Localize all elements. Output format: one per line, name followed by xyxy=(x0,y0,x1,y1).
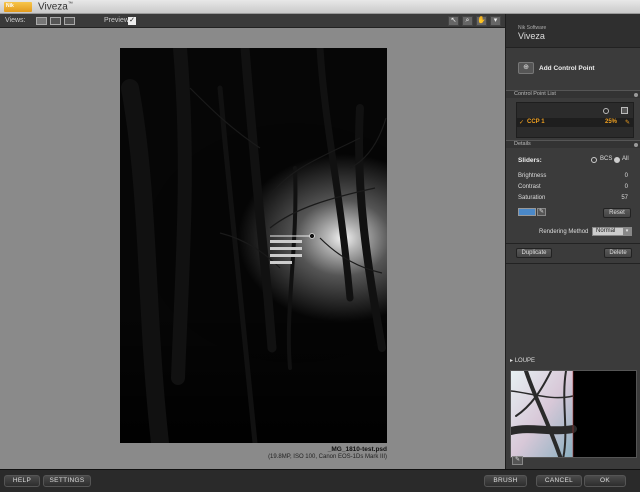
window-title-text: Viveza xyxy=(38,1,68,13)
eyedropper-icon[interactable]: ✎ xyxy=(625,119,630,126)
collapse-icon[interactable] xyxy=(634,93,638,97)
preview-label: Preview: xyxy=(104,17,131,24)
divider xyxy=(506,243,640,244)
rendering-method-label: Rendering Method xyxy=(539,229,589,235)
bcs-radio[interactable] xyxy=(591,157,597,163)
delete-button[interactable]: Delete xyxy=(604,248,632,258)
trademark: ™ xyxy=(67,1,73,7)
bottom-bar: HELP SETTINGS BRUSH CANCEL OK xyxy=(0,469,640,492)
contrast-value[interactable]: 0 xyxy=(625,184,628,190)
contrast-label: Contrast xyxy=(518,184,541,190)
photo-preview[interactable] xyxy=(120,48,387,443)
preview-checkbox[interactable]: ✓ xyxy=(128,17,136,25)
add-control-point-label[interactable]: Add Control Point xyxy=(539,65,595,72)
file-metadata: (19.8MP, ISO 100, Canon EOS-1Ds Mark III… xyxy=(268,454,387,460)
view-toolbar: Views: Preview: ✓ ↖ ⌕ ✋ ▾ xyxy=(0,14,505,28)
settings-button[interactable]: SETTINGS xyxy=(43,475,91,487)
visibility-check-icon[interactable]: ✓ xyxy=(519,119,524,126)
loupe-view xyxy=(510,370,637,458)
chevron-down-icon: ▾ xyxy=(623,228,631,235)
details-header[interactable]: Details xyxy=(506,140,640,148)
color-picker-icon[interactable]: ✎ xyxy=(537,208,546,216)
loupe-pin-icon[interactable]: ✎ xyxy=(512,456,523,465)
brightness-value[interactable]: 0 xyxy=(625,173,628,179)
collapse-icon[interactable] xyxy=(634,143,638,147)
reset-button[interactable]: Reset xyxy=(603,208,631,218)
divider xyxy=(506,263,640,264)
duplicate-button[interactable]: Duplicate xyxy=(516,248,552,258)
nik-logo-text: Nik xyxy=(6,3,14,9)
loupe-image xyxy=(511,371,636,457)
single-view-icon[interactable] xyxy=(36,17,47,25)
sliders-label: Sliders: xyxy=(518,157,542,164)
control-point-name[interactable]: CCP 1 xyxy=(527,119,545,125)
details-title: Details xyxy=(514,141,531,147)
control-point-list: ✓ CCP 1 25% ✎ xyxy=(516,102,634,138)
split-view-icon[interactable] xyxy=(50,17,61,25)
help-button[interactable]: HELP xyxy=(4,475,40,487)
views-label: Views: xyxy=(5,17,26,24)
image-canvas[interactable]: _MG_1810-test.psd (19.8MP, ISO 100, Cano… xyxy=(0,28,505,469)
background-color-icon[interactable]: ▾ xyxy=(490,16,501,26)
color-swatch[interactable] xyxy=(518,208,536,216)
brush-button[interactable]: BRUSH xyxy=(484,475,527,487)
brightness-label: Brightness xyxy=(518,173,547,179)
loupe-header[interactable]: ▸ LOUPE xyxy=(510,357,535,364)
saturation-value[interactable]: 57 xyxy=(621,195,628,201)
all-radio[interactable] xyxy=(614,157,620,163)
ok-button[interactable]: OK xyxy=(584,475,626,487)
control-point-list-title: Control Point List xyxy=(514,91,556,97)
nik-logo: Nik xyxy=(4,2,32,12)
group-icon[interactable] xyxy=(621,107,628,114)
all-label: All xyxy=(622,156,629,162)
show-hide-icon[interactable] xyxy=(603,108,609,114)
rendering-method-select[interactable]: Normal ▾ xyxy=(592,227,632,236)
hand-tool-icon[interactable]: ✋ xyxy=(476,16,487,26)
photo-image xyxy=(120,48,387,443)
selection-tool-icon[interactable]: ↖ xyxy=(448,16,459,26)
add-control-point-button[interactable]: ⊕ xyxy=(518,62,534,74)
zoom-tool-icon[interactable]: ⌕ xyxy=(462,16,473,26)
product-name: Viveza xyxy=(518,31,545,41)
window-title: Viveza™ xyxy=(38,1,73,12)
loupe-title: LOUPE xyxy=(514,358,536,364)
control-panel: Nik Software Viveza ⊕ Add Control Point … xyxy=(505,14,640,469)
saturation-label: Saturation xyxy=(518,195,546,201)
control-point-row[interactable]: ✓ CCP 1 25% ✎ xyxy=(517,118,633,127)
bcs-label: BCS xyxy=(600,156,613,162)
file-name: _MG_1810-test.psd xyxy=(327,446,387,453)
panel-header: Nik Software Viveza xyxy=(506,14,640,48)
title-bar: Nik Viveza™ xyxy=(0,0,640,14)
control-point-list-header[interactable]: Control Point List xyxy=(506,90,640,98)
side-by-side-view-icon[interactable] xyxy=(64,17,75,25)
control-point-opacity: 25% xyxy=(605,119,618,125)
rendering-method-value: Normal xyxy=(596,228,616,234)
cancel-button[interactable]: CANCEL xyxy=(536,475,582,487)
